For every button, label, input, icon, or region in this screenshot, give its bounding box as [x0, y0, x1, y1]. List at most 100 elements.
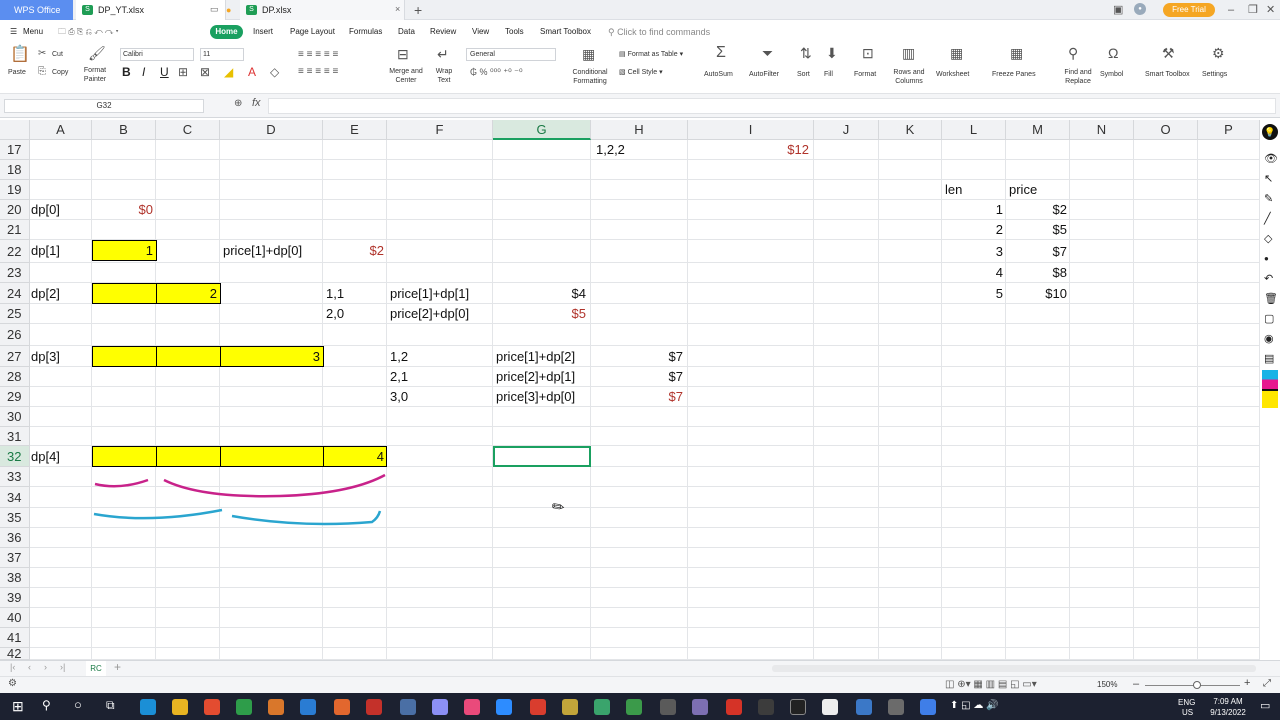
clock-date[interactable]: 9/13/2022	[1204, 708, 1252, 717]
color-palette[interactable]	[1262, 370, 1278, 408]
rows-columns-button[interactable]: Rows and Columns	[890, 68, 928, 86]
copy-button[interactable]: Copy	[52, 68, 68, 77]
terminal-icon[interactable]	[758, 699, 774, 715]
restore-icon[interactable]: ❐	[1248, 1, 1258, 19]
align-top-icon[interactable]: ≡ ≡ ≡ ≡ ≡	[298, 48, 338, 62]
autofilter-icon[interactable]: ⏷	[762, 46, 773, 60]
zoom-slider-knob[interactable]	[1193, 681, 1201, 689]
spreadsheet-grid[interactable]: ABCDEFGHIJKLMNOP 17 18 19 20 21 22 23 24 25 26 27 2…	[0, 120, 1260, 660]
format-painter-button[interactable]: Format Painter	[82, 66, 108, 84]
obs-icon[interactable]	[790, 699, 806, 715]
find-replace-button[interactable]: Find and Replace	[1058, 68, 1098, 86]
app-icon[interactable]	[692, 699, 708, 715]
edge-icon[interactable]	[140, 699, 156, 715]
borders-icon[interactable]: ⊞	[178, 65, 188, 79]
minimize-icon[interactable]: –	[1228, 1, 1234, 19]
find-icon[interactable]: ⚲	[1068, 46, 1078, 60]
first-sheet-icon[interactable]: |‹	[10, 662, 15, 672]
zoom-level[interactable]: 150%	[1097, 680, 1117, 689]
wps-writer-icon[interactable]	[726, 699, 742, 715]
task-view-icon[interactable]: ⧉	[106, 698, 115, 713]
symbol-button[interactable]: Symbol	[1100, 70, 1123, 79]
close-tab-icon[interactable]: ×	[395, 4, 400, 14]
file-tab-dp[interactable]: S DP.xlsx	[240, 0, 405, 20]
eye-icon[interactable]: 👁	[1264, 152, 1278, 166]
rows-columns-icon[interactable]: ▥	[902, 46, 915, 60]
lightbulb-icon[interactable]: 💡	[1262, 124, 1278, 140]
format-painter-icon[interactable]: 🖌	[88, 46, 106, 60]
wps-app-icon[interactable]	[530, 699, 546, 715]
notifications-icon[interactable]: ▭	[1260, 699, 1270, 712]
prev-sheet-icon[interactable]: ‹	[28, 662, 31, 672]
tab-smart-toolbox[interactable]: Smart Toolbox	[540, 25, 591, 39]
format-button[interactable]: Format	[854, 70, 876, 79]
app-icon[interactable]	[400, 699, 416, 715]
app-icon[interactable]	[432, 699, 448, 715]
hamburger-icon[interactable]: ☰	[10, 25, 17, 39]
sort-button[interactable]: Sort	[797, 70, 810, 79]
number-format-select[interactable]: General	[466, 48, 556, 61]
undo-icon[interactable]: ↶	[1264, 272, 1273, 286]
tab-view[interactable]: View	[472, 25, 489, 39]
fill-color-icon[interactable]: ◢	[224, 65, 233, 79]
dot-icon[interactable]: ●	[1264, 252, 1269, 266]
paste-icon[interactable]: 📋	[10, 47, 30, 63]
settings-icon[interactable]: ⚙	[1212, 46, 1225, 60]
tab-home[interactable]: Home	[210, 25, 243, 39]
fill-icon[interactable]: ⬇	[826, 46, 838, 60]
align-left-icon[interactable]: ≡ ≡ ≡ ≡ ≡	[298, 65, 338, 79]
wrap-text-icon[interactable]: ↵	[437, 47, 449, 61]
font-select[interactable]: Calibri	[120, 48, 194, 61]
autofilter-button[interactable]: AutoFilter	[749, 70, 779, 79]
free-trial-button[interactable]: Free Trial	[1163, 3, 1215, 17]
app-icon[interactable]	[856, 699, 872, 715]
new-tab-icon[interactable]: +	[414, 0, 422, 20]
merge-icon[interactable]: ⊟	[397, 47, 409, 61]
intellij-icon[interactable]	[464, 699, 480, 715]
app-icon[interactable]	[366, 699, 382, 715]
search-icon[interactable]: ⚲	[42, 698, 51, 712]
settings-button[interactable]: Settings	[1202, 70, 1227, 79]
freeze-panes-button[interactable]: Freeze Panes	[992, 70, 1036, 79]
conditional-formatting-button[interactable]: Conditional Formatting	[566, 68, 614, 86]
name-box[interactable]: G32	[4, 99, 204, 113]
file-explorer-icon[interactable]	[172, 699, 188, 715]
app-icon[interactable]	[594, 699, 610, 715]
windows-start-icon[interactable]: ⊞	[12, 698, 24, 715]
sublime-icon[interactable]	[268, 699, 284, 715]
vscode-icon[interactable]	[300, 699, 316, 715]
cut-icon[interactable]: ✂	[38, 47, 46, 61]
format-as-table-button[interactable]: ▤ Format as Table ▾	[619, 50, 683, 59]
excel-app-icon[interactable]	[236, 699, 252, 715]
tab-review[interactable]: Review	[430, 25, 456, 39]
app-icon[interactable]	[920, 699, 936, 715]
command-search[interactable]: ⚲ Click to find commands	[608, 25, 710, 39]
chrome-icon[interactable]	[204, 699, 220, 715]
number-format-icons[interactable]: ₲ % ⁰⁰⁰ ⁺⁰ ⁻⁰	[470, 65, 523, 79]
tab-tools[interactable]: Tools	[505, 25, 524, 39]
avatar[interactable]: ●	[1134, 3, 1146, 15]
underline-button[interactable]: U	[160, 65, 169, 79]
next-sheet-icon[interactable]: ›	[44, 662, 47, 672]
camera-icon[interactable]: ◉	[1264, 332, 1274, 346]
close-icon[interactable]: ✕	[1266, 1, 1275, 19]
font-size-select[interactable]: 11	[200, 48, 244, 61]
board-icon[interactable]: ▢	[1264, 312, 1274, 326]
menu-button[interactable]: Menu	[23, 25, 43, 39]
eraser-icon[interactable]: ◇	[1264, 232, 1272, 246]
smart-toolbox-icon[interactable]: ⚒	[1162, 46, 1175, 60]
clock-time[interactable]: 7:09 AM	[1208, 697, 1248, 706]
tab-data[interactable]: Data	[398, 25, 415, 39]
tab-formulas[interactable]: Formulas	[349, 25, 382, 39]
app-icon[interactable]	[334, 699, 350, 715]
last-sheet-icon[interactable]: ›|	[60, 662, 65, 672]
format-icon[interactable]: ⊡	[862, 46, 874, 60]
app-icon[interactable]	[626, 699, 642, 715]
font-color-icon[interactable]: A	[248, 65, 256, 79]
input-region[interactable]: US	[1182, 708, 1193, 717]
clear-icon[interactable]: ◇	[270, 65, 279, 79]
worksheet-button[interactable]: Worksheet	[936, 70, 969, 79]
app-icon[interactable]	[888, 699, 904, 715]
add-sheet-icon[interactable]: +	[114, 660, 121, 674]
paste-button[interactable]: Paste	[8, 68, 26, 77]
